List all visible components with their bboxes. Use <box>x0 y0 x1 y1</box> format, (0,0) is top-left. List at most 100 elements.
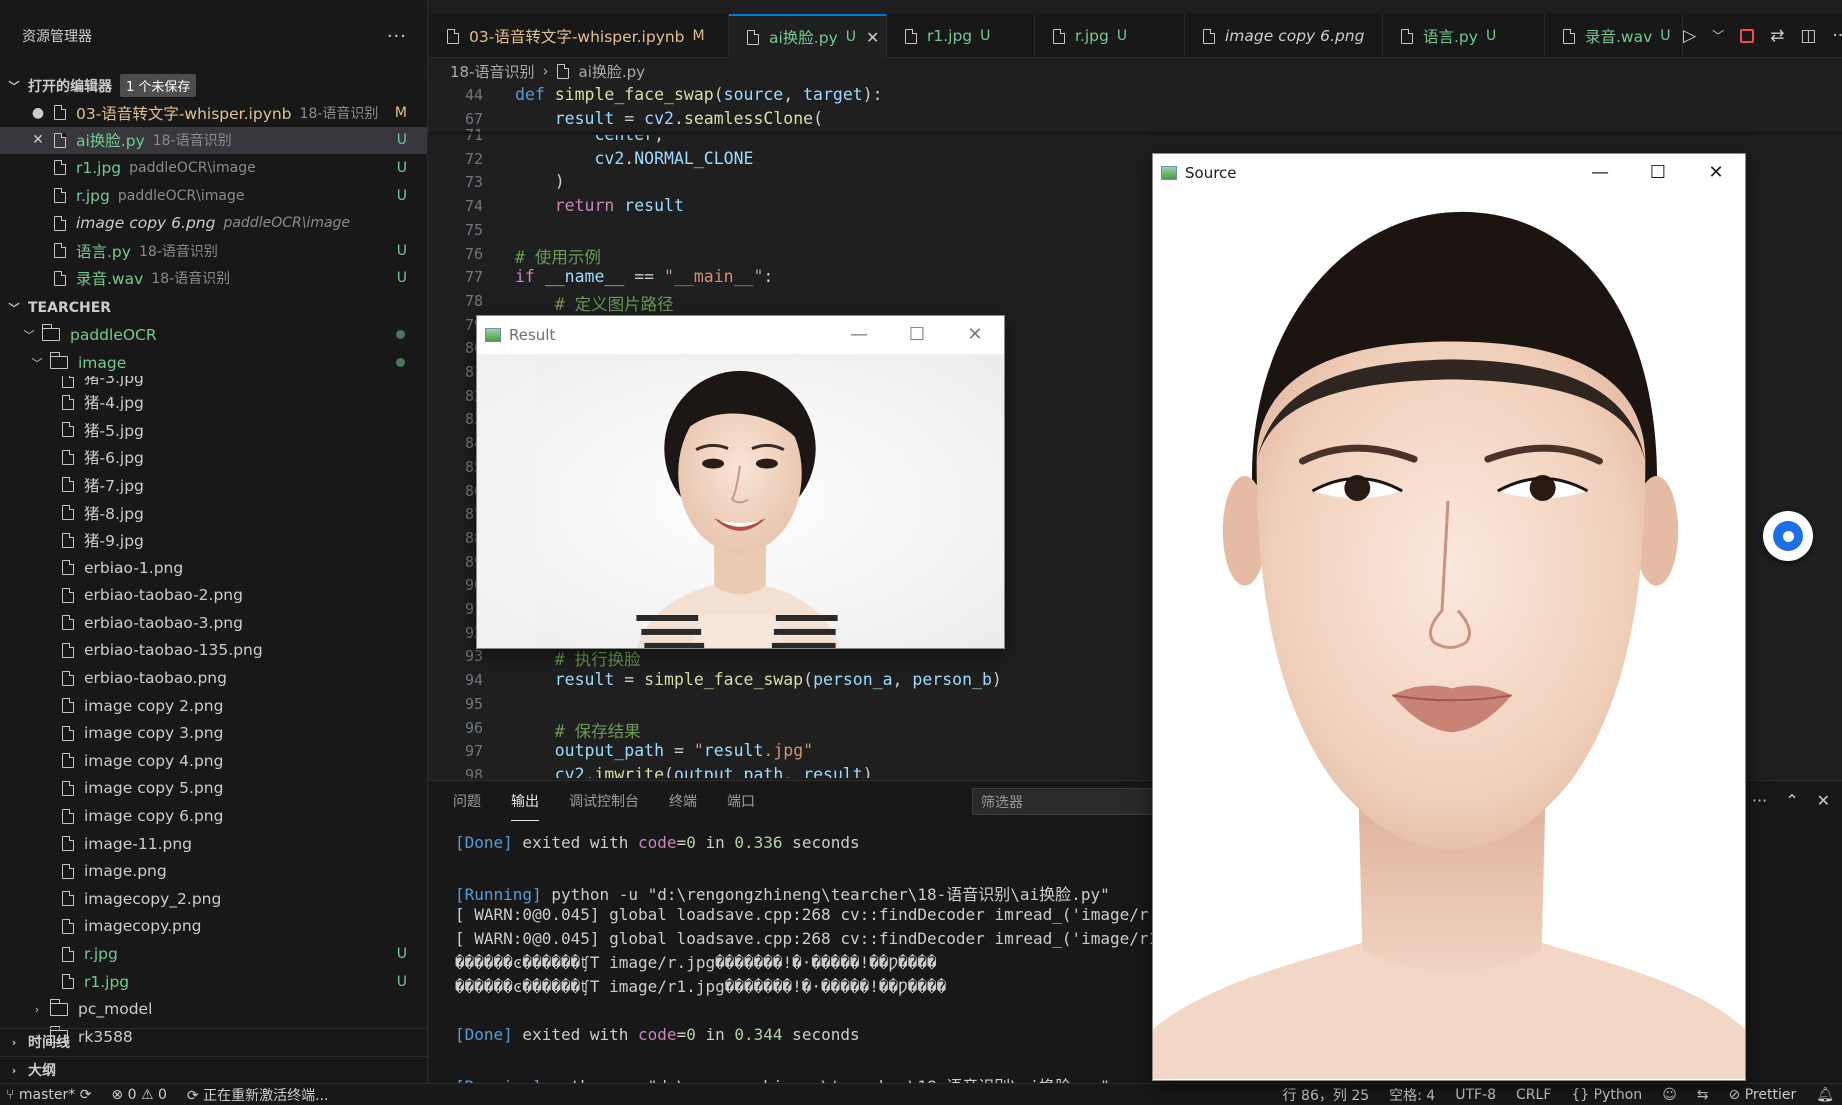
indentation[interactable]: 空格: 4 <box>1389 1085 1435 1105</box>
tree-file[interactable]: erbiao-taobao-3.png <box>0 609 427 637</box>
open-editor-item[interactable]: image copy 6.png paddleOCR\image <box>0 209 427 237</box>
editor-tab[interactable]: r1.jpg U <box>887 14 1035 58</box>
close-button[interactable]: ✕ <box>946 316 1004 354</box>
open-editor-item[interactable]: r1.jpg paddleOCR\image U <box>0 154 427 182</box>
panel-tab[interactable]: 终端 <box>669 781 697 821</box>
timeline-section-header[interactable]: › 时间线 <box>0 1028 427 1055</box>
copilot-icon[interactable]: ☺ <box>1662 1087 1677 1103</box>
code-line[interactable]: cv2.NORMAL_CLONE <box>515 149 753 168</box>
prettier-status[interactable]: ⊘ Prettier <box>1729 1087 1797 1103</box>
tree-file[interactable]: image.png <box>0 857 427 885</box>
workspace-section-header[interactable]: ﹀ TEARCHER <box>0 294 427 321</box>
open-editor-item[interactable]: ✕ ai换脸.py 18-语音识别 U <box>0 126 427 155</box>
close-button[interactable]: ✕ <box>1687 154 1745 192</box>
sticky-code-line[interactable]: result = cv2.seamlessClone( <box>515 109 823 128</box>
tree-file-partial[interactable]: 猪-3.jpg <box>0 376 427 389</box>
tree-file[interactable]: r.jpg U <box>0 940 427 968</box>
result-window[interactable]: Result — ☐ ✕ <box>476 315 1005 649</box>
code-line[interactable]: return result <box>515 196 684 215</box>
editor-tab[interactable]: 03-语音转文字-whisper.ipynb M <box>429 14 729 58</box>
open-editor-item[interactable]: r.jpg paddleOCR\image U <box>0 182 427 210</box>
open-editor-item[interactable]: 录音.wav 18-语音识别 U <box>0 265 427 293</box>
panel-tab[interactable]: 输出 <box>511 781 539 821</box>
encoding[interactable]: UTF-8 <box>1455 1087 1496 1103</box>
tree-file[interactable]: image copy 6.png <box>0 802 427 830</box>
minimize-button[interactable]: — <box>1571 154 1629 192</box>
code-line[interactable]: result = simple_face_swap(person_a, pers… <box>515 670 1002 689</box>
maximize-button[interactable]: ☐ <box>888 316 946 354</box>
tree-file[interactable]: 猪-4.jpg <box>0 388 427 416</box>
ports-icon[interactable]: ⇆ <box>1697 1087 1709 1103</box>
tree-file[interactable]: imagecopy_2.png <box>0 885 427 913</box>
tree-file[interactable]: 猪-6.jpg <box>0 444 427 472</box>
editor-tab[interactable]: image copy 6.png <box>1185 14 1383 58</box>
editor-tab[interactable]: 语言.py U <box>1383 14 1545 58</box>
stop-icon[interactable] <box>1740 28 1755 43</box>
close-icon[interactable]: ✕ <box>866 28 879 47</box>
code-line[interactable]: # 定义图片路径 <box>515 291 674 315</box>
panel-tab[interactable]: 问题 <box>453 781 481 821</box>
panel-tab[interactable]: 调试控制台 <box>569 781 639 821</box>
tree-file[interactable]: image copy 4.png <box>0 747 427 775</box>
tree-file[interactable]: r1.jpg U <box>0 968 427 996</box>
tree-file[interactable]: 猪-5.jpg <box>0 416 427 444</box>
tree-file[interactable]: 猪-7.jpg <box>0 471 427 499</box>
task-status[interactable]: ⟳ 正在重新激活终端... <box>187 1085 329 1105</box>
tree-folder[interactable]: ﹀ image <box>0 349 427 377</box>
tree-file[interactable]: erbiao-taobao-2.png <box>0 582 427 610</box>
result-title-bar[interactable]: Result — ☐ ✕ <box>477 316 1004 354</box>
assistant-bubble-button[interactable] <box>1763 511 1813 561</box>
tree-file[interactable]: erbiao-1.png <box>0 554 427 582</box>
close-icon[interactable]: ✕ <box>28 132 48 148</box>
run-dropdown-icon[interactable]: ﹀ <box>1712 27 1724 44</box>
line-ending[interactable]: CRLF <box>1516 1087 1551 1103</box>
more-actions-icon[interactable]: ··· <box>1832 26 1842 46</box>
outline-section-header[interactable]: › 大纲 <box>0 1056 427 1083</box>
more-actions-icon[interactable]: ··· <box>387 26 407 47</box>
tree-file[interactable]: erbiao-taobao.png <box>0 664 427 692</box>
run-icon[interactable]: ▷ <box>1683 26 1696 46</box>
notifications-icon[interactable]: 🔔︎ <box>1816 1087 1834 1103</box>
editor-tab[interactable]: r.jpg U <box>1035 14 1185 58</box>
panel-more-icon[interactable]: ··· <box>1752 791 1767 810</box>
tree-file[interactable]: image copy 3.png <box>0 719 427 747</box>
dirty-dot-icon[interactable]: ● <box>28 105 48 121</box>
split-editor-icon[interactable]: ◫ <box>1800 26 1816 46</box>
tree-folder[interactable]: ﹀ paddleOCR <box>0 321 427 349</box>
minimize-button[interactable]: — <box>830 316 888 354</box>
tree-file[interactable]: 猪-8.jpg <box>0 499 427 527</box>
editor-tab[interactable]: ai换脸.py U ✕ <box>729 14 887 58</box>
panel-tab[interactable]: 端口 <box>727 781 755 821</box>
source-title-bar[interactable]: Source — ☐ ✕ <box>1153 154 1745 192</box>
tree-file[interactable]: image-11.png <box>0 830 427 858</box>
tree-file[interactable]: image copy 5.png <box>0 775 427 803</box>
source-window[interactable]: Source — ☐ ✕ <box>1152 153 1746 1081</box>
tree-file[interactable]: imagecopy.png <box>0 913 427 941</box>
breadcrumb-file[interactable]: ai换脸.py <box>579 61 646 82</box>
cursor-position[interactable]: 行 86，列 25 <box>1283 1085 1370 1105</box>
code-line[interactable]: ) <box>515 172 565 191</box>
compare-changes-icon[interactable]: ⇄ <box>1770 26 1784 46</box>
code-line[interactable]: cv2.imwrite(output_path, result) <box>515 765 873 778</box>
open-editor-item[interactable]: 语言.py 18-语音识别 U <box>0 237 427 265</box>
tree-file[interactable]: erbiao-taobao-135.png <box>0 637 427 665</box>
code-line[interactable]: # 执行换脸 <box>515 646 641 670</box>
tree-folder[interactable]: › pc_model <box>0 995 427 1023</box>
problems-status[interactable]: ⊗ 0 ⚠ 0 <box>111 1087 166 1103</box>
tree-file[interactable]: 猪-9.jpg <box>0 526 427 554</box>
open-editor-item[interactable]: ● 03-语音转文字-whisper.ipynb 18-语音识别 M <box>0 99 427 127</box>
code-line[interactable]: # 保存结果 <box>515 718 641 742</box>
tree-file[interactable]: image copy 2.png <box>0 692 427 720</box>
maximize-button[interactable]: ☐ <box>1629 154 1687 192</box>
language-mode[interactable]: {} Python <box>1571 1087 1642 1103</box>
editor-tab[interactable]: 录音.wav U <box>1545 14 1683 58</box>
open-editors-section-header[interactable]: ﹀ 打开的编辑器 1 个未保存 <box>0 72 427 99</box>
code-line[interactable]: # 使用示例 <box>515 244 601 268</box>
breadcrumb-folder[interactable]: 18-语音识别 <box>450 61 535 82</box>
code-line[interactable]: if __name__ == "__main__": <box>515 267 773 286</box>
code-line[interactable]: output_path = "result.jpg" <box>515 741 813 760</box>
close-panel-icon[interactable]: ✕ <box>1817 791 1830 810</box>
maximize-panel-icon[interactable]: ⌃ <box>1785 791 1798 810</box>
branch-status[interactable]: ⑂ master* ⟳ <box>6 1087 91 1103</box>
sticky-code-line[interactable]: def simple_face_swap(source, target): <box>515 85 883 104</box>
